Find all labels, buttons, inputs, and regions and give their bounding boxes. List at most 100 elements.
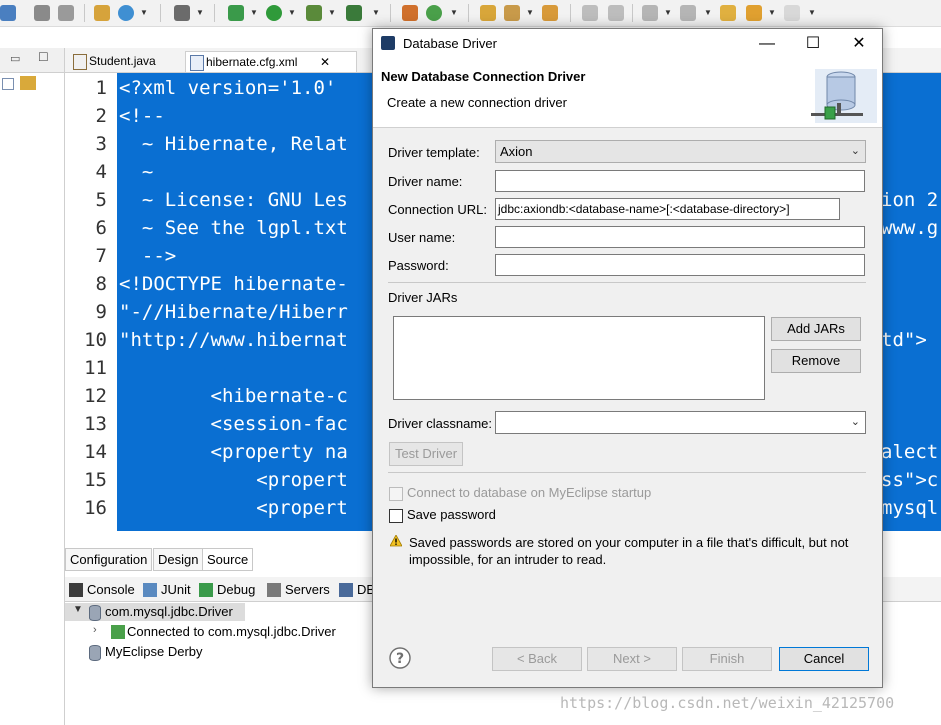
tree-item-derby[interactable]: MyEclipse Derby [87,643,203,661]
code-line: <propert [119,469,348,491]
show-whitespace-icon[interactable] [608,5,624,21]
chevron-down-icon[interactable]: ▼ [140,8,148,17]
save-all-icon[interactable] [58,5,74,21]
servers-icon [267,583,281,597]
tab-label: hibernate.cfg.xml [206,55,298,69]
new-class-icon[interactable] [426,5,442,21]
forward-arrow-icon[interactable] [784,5,800,21]
chevron-down-icon[interactable]: ▼ [328,8,336,17]
user-name-input[interactable] [495,226,865,248]
back-arrow-icon[interactable] [746,5,762,21]
camera-icon[interactable] [174,5,190,21]
tab-source[interactable]: Source [202,548,254,571]
chevron-down-icon[interactable]: ▼ [768,8,776,17]
tab-configuration[interactable]: Configuration [65,548,153,571]
test-driver-button[interactable]: Test Driver [389,442,463,466]
driver-template-value: Axion [500,144,533,159]
chevron-down-icon[interactable]: ▼ [704,8,712,17]
driver-classname-label: Driver classname: [388,416,493,431]
debug-icon[interactable] [228,5,244,21]
code-line: <?xml version='1.0' [119,77,337,99]
next-annotation-icon[interactable] [642,5,658,21]
connect-startup-checkbox[interactable] [389,487,403,501]
chevron-down-icon[interactable]: ▼ [450,8,458,17]
tab-junit[interactable]: JUnit [141,580,191,600]
tab-console[interactable]: Console [67,580,135,600]
help-icon[interactable]: ? [389,647,411,669]
open-type-icon[interactable] [480,5,496,21]
password-input[interactable] [495,254,865,276]
chevron-down-icon[interactable]: ▼ [73,604,83,615]
chevron-down-icon[interactable]: ▼ [808,8,816,17]
driver-template-select[interactable]: Axion ⌄ [495,140,866,163]
cancel-button[interactable]: Cancel [779,647,869,671]
tree-item-label: Connected to com.mysql.jdbc.Driver [127,624,336,639]
database-icon [89,605,101,621]
driver-classname-combo[interactable]: ⌄ [495,411,866,434]
save-password-checkbox[interactable] [389,509,403,523]
previous-annotation-icon[interactable] [680,5,696,21]
line-number: 15 [84,469,107,491]
line-number: 9 [95,301,107,323]
tab-design[interactable]: Design [153,548,204,571]
save-icon[interactable] [34,5,50,21]
next-button[interactable]: Next > [587,647,677,671]
chevron-down-icon[interactable]: ▼ [250,8,258,17]
driver-jars-list[interactable] [393,316,765,400]
add-jars-button[interactable]: Add JARs [771,317,861,341]
new-wizard-icon[interactable] [94,5,110,21]
connection-url-input[interactable]: jdbc:axiondb:<database-name>[:<database-… [495,198,840,220]
minimize-icon[interactable]: — [752,34,782,54]
minimize-icon[interactable]: ▭ [10,52,20,65]
dialog-titlebar[interactable]: Database Driver — ☐ ✕ [373,29,882,59]
tab-label: Servers [285,582,330,597]
maximize-icon[interactable]: ☐ [38,50,49,64]
chevron-down-icon[interactable]: ▼ [196,8,204,17]
code-line-fragment: ion 2 [881,189,939,211]
chevron-down-icon[interactable]: ▼ [526,8,534,17]
run-icon[interactable] [0,5,16,21]
external-tools-icon[interactable] [346,5,362,21]
code-line: ~ [119,161,154,183]
connect-startup-label: Connect to database on MyEclipse startup [407,485,652,500]
tree-item-label: com.mysql.jdbc.Driver [105,604,233,619]
driver-name-input[interactable] [495,170,865,192]
run-button-icon[interactable] [266,5,282,21]
last-edit-icon[interactable] [720,5,736,21]
tree-item-connected[interactable]: Connected to com.mysql.jdbc.Driver [109,623,336,641]
debug-icon [199,583,213,597]
new-package-icon[interactable] [402,5,418,21]
tab-student-java[interactable]: Student.java [69,51,189,71]
chevron-down-icon[interactable]: ▼ [664,8,672,17]
tree-item-label: MyEclipse Derby [105,644,203,659]
chevron-right-icon[interactable]: › [93,624,97,636]
web-browser-icon[interactable] [118,5,134,21]
close-icon[interactable]: ✕ [844,34,874,54]
search-icon[interactable] [542,5,558,21]
line-number: 4 [95,161,107,183]
tab-servers[interactable]: Servers [265,580,330,600]
code-line-fragment: alect [881,441,939,463]
chevron-down-icon[interactable]: ▼ [288,8,296,17]
link-with-editor-icon[interactable] [20,76,36,90]
chevron-down-icon[interactable]: ▼ [372,8,380,17]
run-server-icon[interactable] [306,5,322,21]
code-line: <property na [119,441,348,463]
maximize-icon[interactable]: ☐ [798,34,828,54]
tab-debug[interactable]: Debug [197,580,255,600]
tab-hibernate-cfg-xml[interactable]: hibernate.cfg.xml ✕ [185,51,357,72]
tab-db[interactable]: DB [337,580,375,600]
toggle-mark-icon[interactable] [582,5,598,21]
finish-button[interactable]: Finish [682,647,772,671]
close-icon[interactable]: ✕ [320,52,330,72]
tree-item-mysql-driver[interactable]: com.mysql.jdbc.Driver [87,603,233,621]
database-driver-dialog: Database Driver — ☐ ✕ New Database Conne… [372,28,883,688]
line-number: 2 [95,105,107,127]
open-task-icon[interactable] [504,5,520,21]
back-button[interactable]: < Back [492,647,582,671]
code-line: "http://www.hibernat [119,329,348,351]
line-number: 14 [84,441,107,463]
collapse-all-icon[interactable] [2,78,14,90]
chevron-down-icon: ⌄ [850,145,860,157]
remove-button[interactable]: Remove [771,349,861,373]
